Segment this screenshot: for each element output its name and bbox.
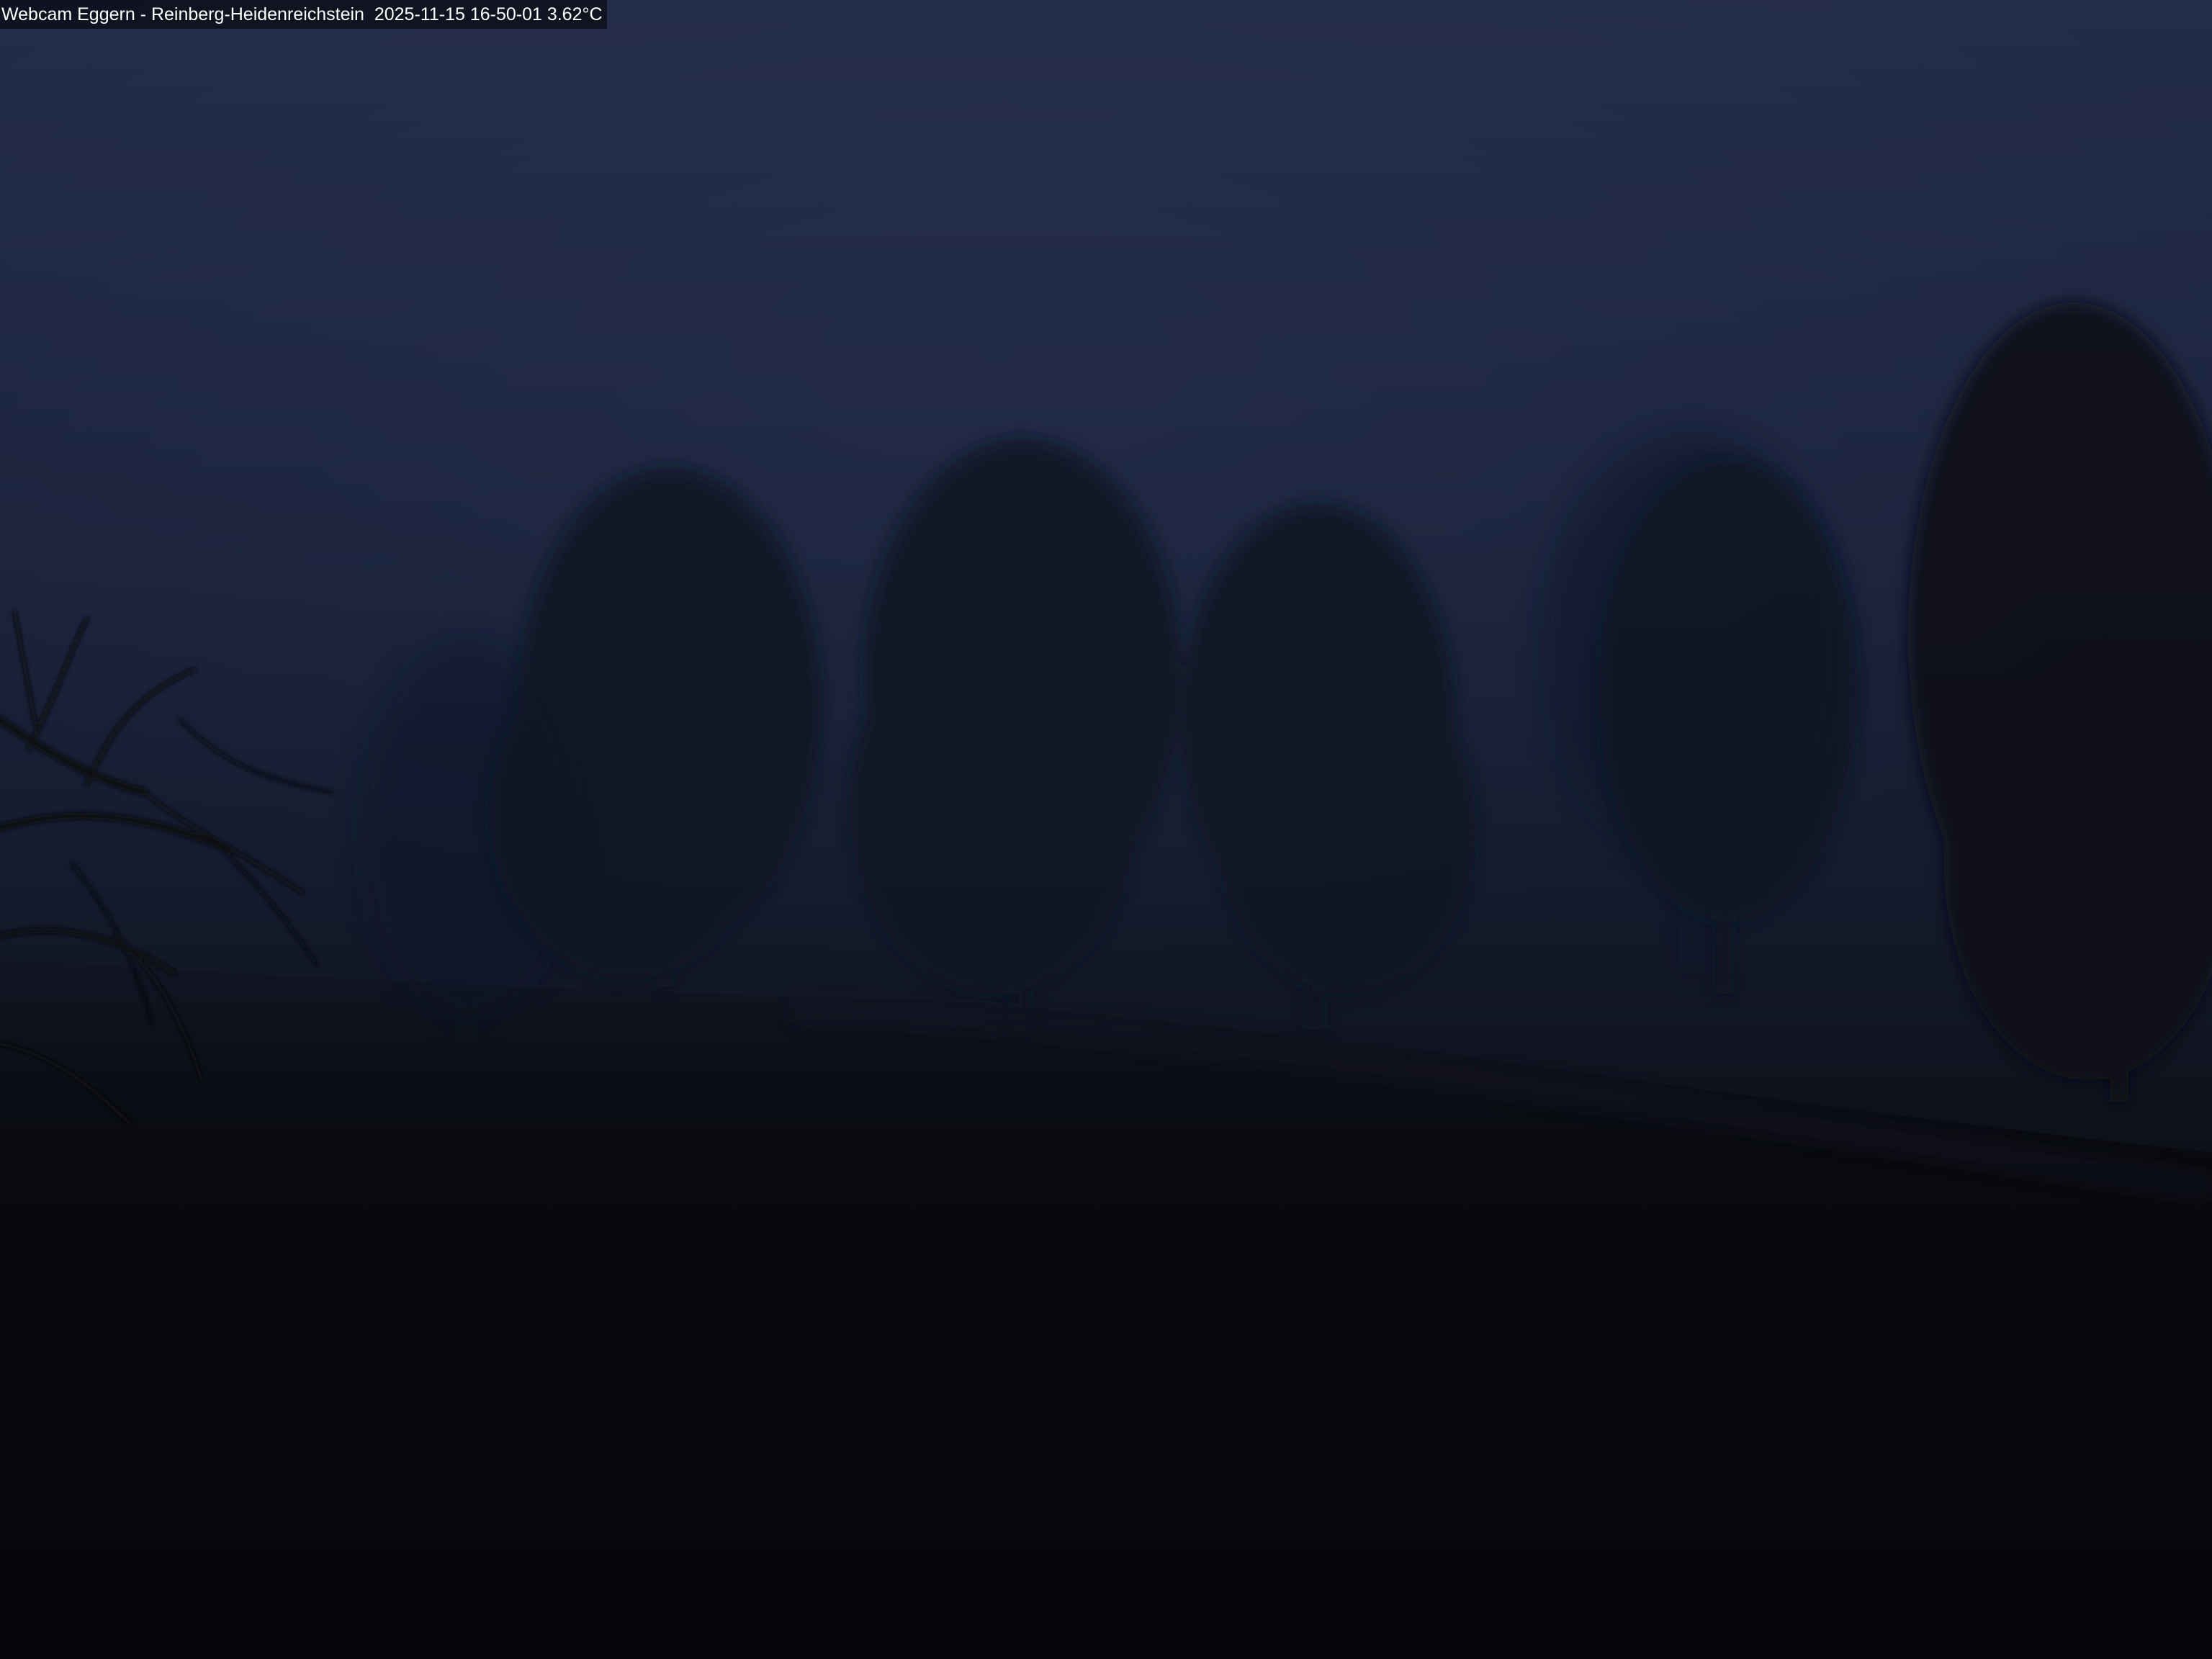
foggy-landscape-scene [0, 0, 2212, 1659]
webcam-caption: Webcam Eggern - Reinberg-Heidenreichstei… [0, 0, 607, 29]
webcam-frame: Webcam Eggern - Reinberg-Heidenreichstei… [0, 0, 2212, 1659]
